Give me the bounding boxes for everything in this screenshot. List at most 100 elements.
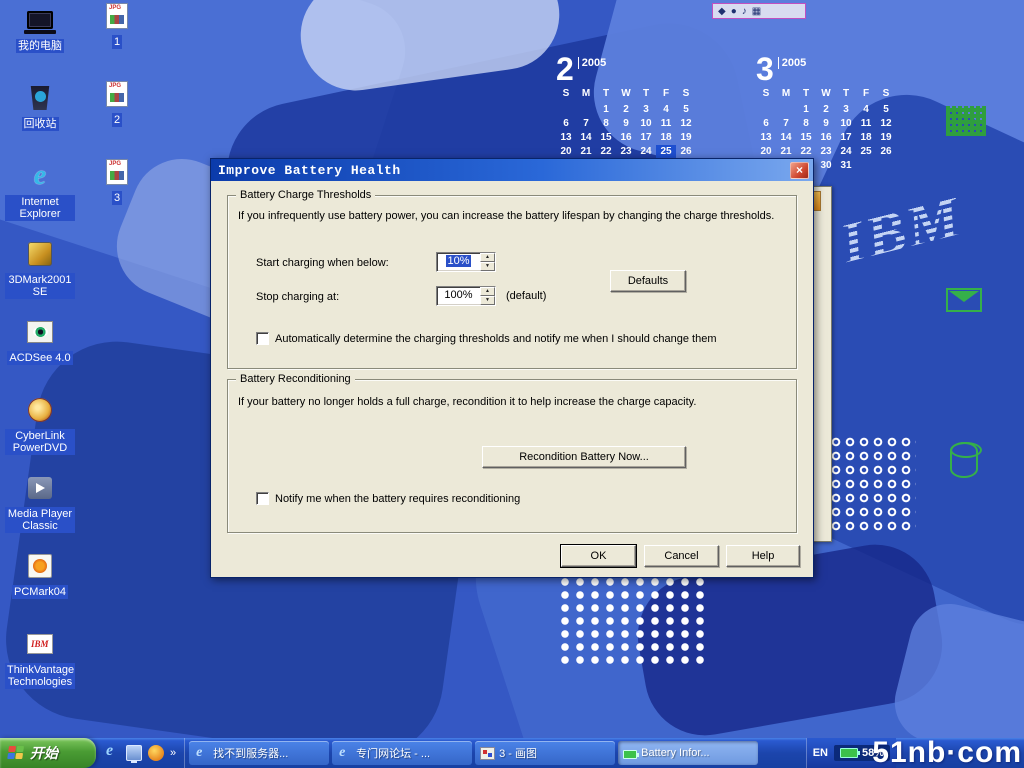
toolbar-diamond-icon[interactable]: ◆ (718, 6, 726, 17)
desktop-icon[interactable]: ThinkVantage Technologies (4, 628, 76, 706)
reconditioning-description: If your battery no longer holds a full c… (238, 396, 786, 408)
taskbar: 开始 » 找不到服务器... 专门网论坛 - ... 3 - 画图 Batter… (0, 738, 1024, 768)
taskbar-tasks: 找不到服务器... 专门网论坛 - ... 3 - 画图 Battery Inf… (185, 738, 806, 768)
desktop-icon[interactable]: 3DMark2001 SE (4, 238, 76, 316)
desktop: IBM 2 2005 SMTWTFS1234567891011121314151… (0, 0, 1024, 768)
desktop-icon-glyph (106, 159, 128, 185)
desktop-icon-label: 1 (112, 35, 122, 49)
desktop-icon-label: Internet Explorer (5, 195, 75, 221)
desktop-icon[interactable]: PCMark04 (4, 550, 76, 628)
keyboard-grid-decoration-icon (946, 106, 986, 136)
desktop-icon-glyph (28, 242, 52, 266)
help-button[interactable]: Help (726, 545, 800, 567)
desktop-icon-label: 3 (112, 191, 122, 205)
desktop-icon[interactable]: CyberLink PowerDVD (4, 394, 76, 472)
desktop-icon-label: 3DMark2001 SE (5, 273, 75, 299)
task-button-label: 找不到服务器... (213, 745, 288, 761)
language-indicator[interactable]: EN (813, 747, 828, 759)
stop-charging-value[interactable]: 100% (437, 287, 480, 305)
ie-quick-launch-icon[interactable] (104, 745, 120, 761)
desktop-icon-label: 我的电脑 (16, 39, 64, 53)
floating-toolbar[interactable]: ◆ ● ♪ ▦ (712, 3, 806, 19)
desktop-icon-label: Media Player Classic (5, 507, 75, 533)
desktop-icons-column-2: 1 2 3 (94, 0, 140, 234)
task-button-icon (194, 747, 209, 760)
start-button-label: 开始 (30, 743, 58, 763)
improve-battery-health-dialog: Improve Battery Health × Battery Charge … (210, 158, 814, 578)
quick-launch-bar: » (96, 738, 185, 768)
task-button-label: 专门网论坛 - ... (356, 745, 430, 761)
task-button-label: Battery Infor... (641, 747, 709, 759)
battery-reconditioning-group: Battery Reconditioning If your battery n… (227, 379, 797, 533)
desktop-icon[interactable]: 3 (94, 156, 140, 234)
notify-reconditioning-checkbox-label: Notify me when the battery requires reco… (275, 492, 520, 506)
taskbar-task-button[interactable]: 3 - 画图 (475, 741, 615, 765)
start-charging-label: Start charging when below: (256, 256, 389, 270)
desktop-icon-glyph (28, 554, 52, 578)
desktop-icon-glyph (27, 321, 53, 343)
stop-charging-spinner[interactable]: 100% ▲ ▼ (436, 286, 496, 306)
task-button-icon (480, 747, 495, 760)
desktop-icon-label: PCMark04 (12, 585, 68, 599)
desktop-icon[interactable]: ACDSee 4.0 (4, 316, 76, 394)
task-button-icon (623, 750, 637, 759)
defaults-button[interactable]: Defaults (610, 270, 686, 292)
calendar-february-2005: 2 2005 SMTWTFS12345678910111213141516171… (556, 54, 702, 173)
desktop-icons-column-1: 我的电脑 回收站 Internet Explorer 3DMark2001 SE… (4, 4, 76, 706)
spinner-down-icon[interactable]: ▼ (480, 296, 495, 305)
media-player-quick-launch-icon[interactable] (148, 745, 164, 761)
start-charging-value[interactable]: 10% (446, 255, 470, 267)
desktop-icon-label: ACDSee 4.0 (7, 351, 72, 365)
ok-button[interactable]: OK (561, 545, 636, 567)
auto-determine-checkbox[interactable] (256, 332, 269, 345)
desktop-icon[interactable]: Media Player Classic (4, 472, 76, 550)
taskbar-task-button[interactable]: 找不到服务器... (189, 741, 329, 765)
dialog-title: Improve Battery Health (218, 163, 790, 178)
task-button-label: 3 - 画图 (499, 745, 537, 761)
toolbar-dot-icon[interactable]: ● (731, 6, 737, 17)
desktop-icon-glyph (34, 160, 46, 192)
start-charging-spinner[interactable]: 10% ▲ ▼ (436, 252, 496, 272)
desktop-icon[interactable]: 2 (94, 78, 140, 156)
taskbar-task-button[interactable]: 专门网论坛 - ... (332, 741, 472, 765)
desktop-icon[interactable]: 1 (94, 0, 140, 78)
desktop-icon[interactable]: 回收站 (4, 82, 76, 160)
desktop-icon-label: 回收站 (22, 117, 59, 131)
desktop-icon-glyph (27, 11, 53, 29)
dialog-title-bar[interactable]: Improve Battery Health × (211, 159, 813, 181)
show-desktop-icon[interactable] (126, 745, 142, 761)
calendar-march-2005: 3 2005 SMTWTFS12345678910111213141516171… (756, 54, 902, 173)
close-icon[interactable]: × (790, 162, 809, 179)
windows-logo-icon (7, 746, 26, 761)
toolbar-note-icon[interactable]: ♪ (742, 6, 747, 17)
calendar-month-number: 2 (556, 54, 574, 84)
spinner-up-icon[interactable]: ▲ (480, 253, 495, 262)
thresholds-description: If you infrequently use battery power, y… (238, 210, 786, 222)
spinner-down-icon[interactable]: ▼ (480, 262, 495, 271)
desktop-icon-label: 2 (112, 113, 122, 127)
battery-charge-thresholds-group: Battery Charge Thresholds If you infrequ… (227, 195, 797, 369)
recondition-battery-button[interactable]: Recondition Battery Now... (482, 446, 686, 468)
group-legend: Battery Charge Thresholds (236, 189, 375, 201)
quick-launch-overflow-chevron[interactable]: » (170, 747, 176, 759)
desktop-icon-glyph (106, 3, 128, 29)
desktop-icon[interactable]: 我的电脑 (4, 4, 76, 82)
desktop-icon[interactable]: Internet Explorer (4, 160, 76, 238)
desktop-icon-glyph (27, 634, 53, 654)
battery-icon (840, 748, 858, 758)
spinner-up-icon[interactable]: ▲ (480, 287, 495, 296)
desktop-icon-glyph (106, 81, 128, 107)
cancel-button[interactable]: Cancel (644, 545, 719, 567)
taskbar-task-button[interactable]: Battery Infor... (618, 741, 758, 765)
envelope-decoration-icon (946, 288, 982, 312)
start-button[interactable]: 开始 (0, 738, 96, 768)
toolbar-grid-icon[interactable]: ▦ (752, 6, 761, 17)
desktop-icon-label: CyberLink PowerDVD (5, 429, 75, 455)
cylinder-decoration-icon (950, 442, 978, 478)
notify-reconditioning-checkbox[interactable] (256, 492, 269, 505)
auto-determine-checkbox-label: Automatically determine the charging thr… (275, 332, 716, 346)
desktop-icon-glyph (28, 477, 52, 499)
desktop-icon-glyph (28, 398, 52, 422)
dots-pattern-decoration (558, 576, 710, 668)
default-note: (default) (506, 290, 546, 302)
